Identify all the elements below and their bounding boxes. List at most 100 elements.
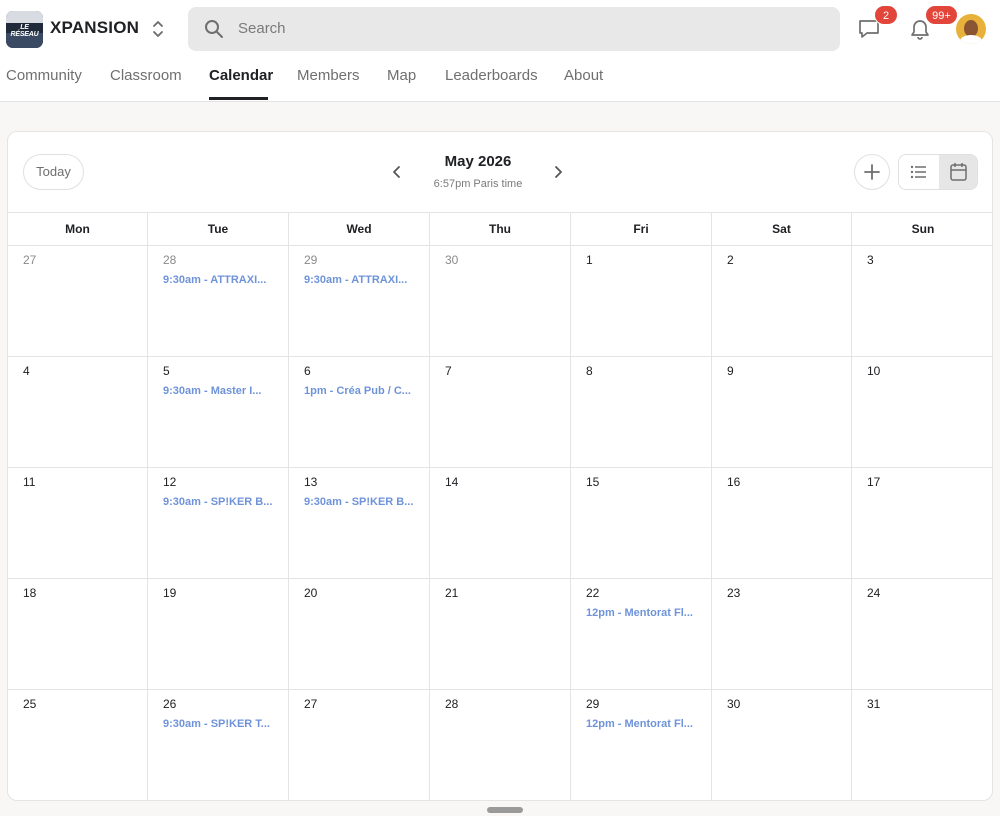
- day-number: 17: [867, 475, 881, 489]
- day-number: 25: [23, 697, 37, 711]
- weekday-header: Mon Tue Wed Thu Fri Sat Sun: [8, 212, 992, 246]
- day-number: 9: [727, 364, 734, 378]
- day-cell[interactable]: 14: [430, 468, 571, 578]
- day-cell[interactable]: 30: [430, 246, 571, 356]
- day-number: 26: [163, 697, 177, 711]
- list-icon: [910, 165, 926, 179]
- day-number: 5: [163, 364, 170, 378]
- day-cell[interactable]: 27: [289, 690, 430, 800]
- group-logo[interactable]: LE RÉSEAU: [6, 11, 43, 48]
- day-number: 6: [304, 364, 311, 378]
- day-number: 13: [304, 475, 318, 489]
- week-row: 4 5 9:30am - Master I... 6 1pm - Créa Pub / …: [8, 357, 992, 468]
- day-cell[interactable]: 3: [852, 246, 992, 356]
- day-cell[interactable]: 20: [289, 579, 430, 689]
- day-cell[interactable]: 28: [430, 690, 571, 800]
- chevron-left-icon[interactable]: [389, 162, 405, 182]
- calendar-event[interactable]: 12pm - Mentorat Fl...: [586, 718, 698, 730]
- notification-badge: 99+: [925, 5, 958, 25]
- tab-community[interactable]: Community: [6, 67, 82, 84]
- day-number: 21: [445, 586, 459, 600]
- day-cell[interactable]: 17: [852, 468, 992, 578]
- day-cell[interactable]: 16: [712, 468, 852, 578]
- day-cell[interactable]: 9: [712, 357, 852, 467]
- day-number: 27: [304, 697, 318, 711]
- day-number: 22: [586, 586, 600, 600]
- calendar-event[interactable]: 12pm - Mentorat Fl...: [586, 607, 698, 619]
- tab-members[interactable]: Members: [297, 67, 360, 84]
- day-number: 18: [23, 586, 37, 600]
- logo-band-top: [6, 11, 43, 23]
- day-cell[interactable]: 8: [571, 357, 712, 467]
- tab-calendar[interactable]: Calendar: [209, 67, 273, 84]
- calendar-event[interactable]: 9:30am - ATTRAXI...: [304, 274, 416, 286]
- day-cell[interactable]: 12 9:30am - SP!KER B...: [148, 468, 289, 578]
- group-name[interactable]: XPANSION: [50, 18, 139, 38]
- weekday-label: Fri: [571, 213, 712, 246]
- calendar-event[interactable]: 9:30am - SP!KER T...: [163, 718, 275, 730]
- logo-text: LE RÉSEAU: [10, 24, 39, 38]
- tab-map[interactable]: Map: [387, 67, 416, 84]
- week-row: 25 26 9:30am - SP!KER T... 27 28 29 12pm - Men…: [8, 690, 992, 800]
- day-cell[interactable]: 27: [8, 246, 148, 356]
- day-number: 16: [727, 475, 741, 489]
- day-cell[interactable]: 4: [8, 357, 148, 467]
- day-number: 23: [727, 586, 741, 600]
- day-cell[interactable]: 7: [430, 357, 571, 467]
- chevron-right-icon[interactable]: [550, 162, 566, 182]
- calendar-event[interactable]: 9:30am - SP!KER B...: [163, 496, 275, 508]
- day-number: 19: [163, 586, 177, 600]
- day-cell[interactable]: 31: [852, 690, 992, 800]
- day-cell[interactable]: 29 9:30am - ATTRAXI...: [289, 246, 430, 356]
- calendar-card: Today May 2026 6:57pm Paris time Mon Tue W…: [7, 131, 993, 801]
- search-bar[interactable]: Search: [188, 7, 840, 51]
- day-cell[interactable]: 15: [571, 468, 712, 578]
- timezone-label: 6:57pm Paris time: [433, 178, 523, 190]
- day-cell[interactable]: 18: [8, 579, 148, 689]
- avatar[interactable]: [956, 14, 986, 44]
- calendar-view-button[interactable]: [939, 155, 977, 189]
- day-cell[interactable]: 5 9:30am - Master I...: [148, 357, 289, 467]
- calendar-event[interactable]: 9:30am - ATTRAXI...: [163, 274, 275, 286]
- search-input[interactable]: Search: [238, 20, 286, 37]
- week-row: 11 12 9:30am - SP!KER B... 13 9:30am - SP!KE…: [8, 468, 992, 579]
- day-cell[interactable]: 26 9:30am - SP!KER T...: [148, 690, 289, 800]
- chat-badge: 2: [874, 5, 898, 25]
- day-cell[interactable]: 28 9:30am - ATTRAXI...: [148, 246, 289, 356]
- tab-classroom[interactable]: Classroom: [110, 67, 182, 84]
- switcher-icon[interactable]: [150, 18, 166, 40]
- day-cell[interactable]: 13 9:30am - SP!KER B...: [289, 468, 430, 578]
- day-cell[interactable]: 21: [430, 579, 571, 689]
- calendar-icon: [950, 163, 967, 181]
- day-number: 28: [445, 697, 459, 711]
- plus-icon: [864, 164, 880, 180]
- day-cell[interactable]: 24: [852, 579, 992, 689]
- weekday-label: Thu: [430, 213, 571, 246]
- day-number: 29: [304, 253, 318, 267]
- day-cell[interactable]: 10: [852, 357, 992, 467]
- scroll-handle[interactable]: [487, 807, 523, 813]
- day-cell[interactable]: 23: [712, 579, 852, 689]
- day-cell[interactable]: 19: [148, 579, 289, 689]
- day-number: 4: [23, 364, 30, 378]
- add-event-button[interactable]: [854, 154, 890, 190]
- day-cell[interactable]: 11: [8, 468, 148, 578]
- today-button[interactable]: Today: [23, 154, 84, 190]
- day-number: 11: [23, 475, 36, 489]
- day-cell[interactable]: 22 12pm - Mentorat Fl...: [571, 579, 712, 689]
- week-row: 27 28 9:30am - ATTRAXI... 29 9:30am - ATTRAX…: [8, 246, 992, 357]
- day-cell[interactable]: 30: [712, 690, 852, 800]
- weekday-label: Tue: [148, 213, 289, 246]
- day-number: 28: [163, 253, 177, 267]
- day-cell[interactable]: 25: [8, 690, 148, 800]
- day-cell[interactable]: 6 1pm - Créa Pub / C...: [289, 357, 430, 467]
- day-cell[interactable]: 1: [571, 246, 712, 356]
- tab-leaderboards[interactable]: Leaderboards: [445, 67, 538, 84]
- tab-about[interactable]: About: [564, 67, 603, 84]
- day-cell[interactable]: 2: [712, 246, 852, 356]
- list-view-button[interactable]: [899, 155, 939, 189]
- day-cell[interactable]: 29 12pm - Mentorat Fl...: [571, 690, 712, 800]
- calendar-event[interactable]: 9:30am - Master I...: [163, 385, 275, 397]
- calendar-event[interactable]: 1pm - Créa Pub / C...: [304, 385, 416, 397]
- calendar-event[interactable]: 9:30am - SP!KER B...: [304, 496, 416, 508]
